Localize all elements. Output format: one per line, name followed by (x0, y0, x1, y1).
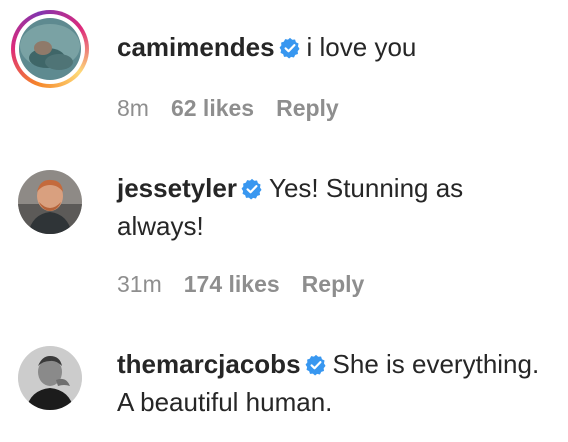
story-ring[interactable] (11, 10, 89, 88)
verified-badge-icon (241, 174, 263, 209)
verified-badge-icon (279, 33, 301, 68)
comment-time[interactable]: 8m (117, 95, 149, 121)
reply-button[interactable]: Reply (302, 271, 365, 297)
comment-username[interactable]: themarcjacobs (117, 349, 301, 379)
comment-username[interactable]: camimendes (117, 32, 275, 62)
comment-username[interactable]: jessetyler (117, 173, 237, 203)
comment-body: camimendes i love you (117, 30, 557, 68)
avatar[interactable] (19, 18, 81, 80)
comment-body: themarcjacobs She is everything. A beauti… (117, 347, 557, 420)
verified-badge-icon (305, 350, 327, 385)
comment-meta: 31m 174 likes Reply (117, 270, 386, 298)
comment-meta: 8m 62 likes Reply (117, 94, 361, 122)
avatar[interactable] (18, 170, 82, 234)
reply-button[interactable]: Reply (276, 95, 339, 121)
comment-likes[interactable]: 174 likes (184, 271, 280, 297)
comment-body: jessetyler Yes! Stunning as always! (117, 171, 557, 244)
avatar[interactable] (18, 346, 82, 410)
comment-time[interactable]: 31m (117, 271, 162, 297)
comment-text: i love you (306, 32, 417, 62)
comment-likes[interactable]: 62 likes (171, 95, 254, 121)
